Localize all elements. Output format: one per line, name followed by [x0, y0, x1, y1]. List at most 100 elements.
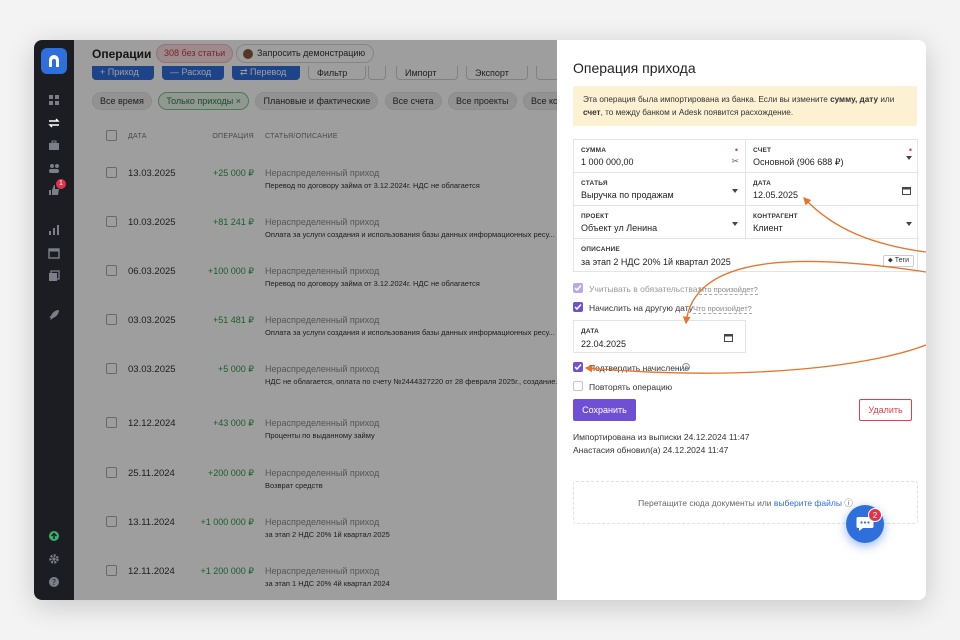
filter-projects[interactable]: Все проекты: [447, 92, 517, 110]
row-checkbox[interactable]: [106, 314, 117, 325]
export-button[interactable]: Экспорт: [466, 66, 528, 80]
obligations-checkbox[interactable]: [573, 283, 583, 293]
row-amount: +1 200 000 ₽: [200, 566, 254, 576]
uncategorized-badge[interactable]: 308 без статьи: [156, 44, 234, 63]
description-field[interactable]: ОПИСАНИЕ за этап 2 НДС 20% 1й квартал 20…: [574, 239, 919, 272]
table-row[interactable]: 25.11.2024 +200 000 ₽ Нераспределенный п…: [92, 464, 557, 512]
amount-field[interactable]: СУММА • 1 000 000,00 ✂: [574, 140, 746, 173]
row-checkbox[interactable]: [106, 516, 117, 527]
row-category: Нераспределенный приход: [265, 418, 380, 428]
save-button[interactable]: Сохранить: [573, 399, 636, 421]
what-happens-link[interactable]: Что произойдет?: [699, 285, 758, 295]
amount-value: 1 000 000,00: [581, 157, 634, 167]
filter-button[interactable]: Фильтр: [308, 66, 366, 80]
table-row[interactable]: 13.11.2024 +1 000 000 ₽ Нераспределенный…: [92, 513, 557, 561]
topbar: Операции 308 без статьи Запросить демонс…: [74, 40, 557, 68]
row-description: Возврат средств: [265, 481, 323, 490]
filter-accounts[interactable]: Все счета: [384, 92, 442, 110]
row-checkbox[interactable]: [106, 265, 117, 276]
filter-dropdown-button[interactable]: [368, 66, 386, 80]
contractor-value: Клиент: [753, 223, 783, 233]
row-category: Нераспределенный приход: [265, 364, 380, 374]
row-checkbox[interactable]: [106, 467, 117, 478]
confirm-accrual-checkbox[interactable]: [573, 362, 583, 372]
reports-icon[interactable]: [47, 223, 61, 237]
filter-plan-fact[interactable]: Плановые и фактические: [255, 92, 379, 110]
add-income-button[interactable]: + Приход: [92, 66, 154, 80]
date-field[interactable]: ДАТА 12.05.2025: [746, 173, 919, 206]
chevron-down-icon: [732, 222, 738, 226]
row-amount: +81 241 ₽: [212, 217, 254, 227]
import-button[interactable]: Импорт: [396, 66, 458, 80]
accrual-date-label: ДАТА: [581, 328, 600, 335]
avatar: [243, 49, 253, 59]
confirm-accrual-label: Подтвердить начисление: [589, 363, 690, 373]
row-category: Нераспределенный приход: [265, 266, 380, 276]
contractor-select[interactable]: КОНТРАГЕНТ Клиент: [746, 206, 919, 239]
more-button[interactable]: [536, 66, 557, 80]
panel-title: Операция прихода: [573, 60, 696, 76]
table-row[interactable]: 12.11.2024 +1 200 000 ₽ Нераспределенный…: [92, 562, 557, 600]
row-date: 10.03.2025: [128, 217, 176, 228]
info-icon[interactable]: i: [682, 363, 690, 371]
category-value: Выручка по продажам: [581, 190, 674, 200]
row-amount: +51 481 ₽: [212, 315, 254, 325]
accrue-other-date-checkbox[interactable]: [573, 302, 583, 312]
table-row[interactable]: 03.03.2025 +51 481 ₽ Нераспределенный пр…: [92, 311, 557, 359]
filter-period[interactable]: Все время: [92, 92, 152, 110]
row-checkbox[interactable]: [106, 363, 117, 374]
add-transfer-button[interactable]: ⇄ Перевод: [232, 66, 300, 80]
table-row[interactable]: 03.03.2025 +5 000 ₽ Нераспределенный при…: [92, 360, 557, 408]
calendar-icon[interactable]: [47, 246, 61, 260]
table-row[interactable]: 06.03.2025 +100 000 ₽ Нераспределенный п…: [92, 262, 557, 310]
tags-button[interactable]: ⬥ Теги: [882, 255, 914, 267]
delete-button[interactable]: Удалить: [859, 399, 912, 421]
help-icon[interactable]: ?: [47, 575, 61, 589]
scissors-icon[interactable]: ✂: [731, 156, 739, 167]
bank-import-notice: Эта операция была импортирована из банка…: [573, 86, 917, 126]
table-row[interactable]: 10.03.2025 +81 241 ₽ Нераспределенный пр…: [92, 213, 557, 261]
repeat-operation-checkbox[interactable]: [573, 381, 583, 391]
table-row[interactable]: 13.03.2025 +25 000 ₽ Нераспределенный пр…: [92, 164, 557, 212]
row-checkbox[interactable]: [106, 417, 117, 428]
info-icon: ⓘ: [841, 498, 853, 508]
tag-icon: ⬥: [887, 257, 895, 264]
app-logo[interactable]: [41, 48, 67, 74]
table-row[interactable]: 12.12.2024 +43 000 ₽ Нераспределенный пр…: [92, 414, 557, 462]
add-expense-button[interactable]: — Расход: [162, 66, 224, 80]
row-checkbox[interactable]: [106, 565, 117, 576]
select-all-checkbox[interactable]: [106, 130, 117, 141]
row-checkbox[interactable]: [106, 216, 117, 227]
filter-income-only[interactable]: Только приходы ×: [158, 92, 250, 110]
category-select[interactable]: СТАТЬЯ Выручка по продажам: [574, 173, 746, 206]
page-title: Операции: [92, 47, 152, 61]
row-amount: +100 000 ₽: [207, 266, 254, 276]
header-description: СТАТЬЯ/ОПИСАНИЕ: [265, 133, 338, 140]
dashboard-icon[interactable]: [47, 93, 61, 107]
account-value: Основной (906 688 ₽): [753, 157, 844, 167]
row-amount: +25 000 ₽: [212, 168, 254, 178]
briefcase-icon[interactable]: [47, 138, 61, 152]
row-category: Нераспределенный приход: [265, 517, 380, 527]
notice-text: , то между банком и Adesk появится расхо…: [600, 108, 794, 117]
contacts-icon[interactable]: [47, 161, 61, 175]
choose-files-link[interactable]: выберите файлы: [774, 498, 842, 508]
rocket-icon[interactable]: [47, 308, 61, 322]
filter-contractors[interactable]: Все контрагенты: [522, 92, 557, 110]
calendar-icon[interactable]: [724, 333, 733, 342]
documents-icon[interactable]: [47, 269, 61, 283]
updated-info: Анастасия обновил(а) 24.12.2024 11:47: [573, 445, 729, 455]
request-demo-button[interactable]: Запросить демонстрацию: [236, 44, 375, 63]
row-description: за этап 2 НДС 20% 1й квартал 2025: [265, 530, 390, 539]
row-checkbox[interactable]: [106, 167, 117, 178]
likes-icon[interactable]: 1: [47, 179, 66, 197]
settings-gear-icon[interactable]: [47, 552, 61, 566]
project-select[interactable]: ПРОЕКТ Объект ул Ленина: [574, 206, 746, 239]
account-select[interactable]: СЧЕТ • Основной (906 688 ₽): [746, 140, 919, 173]
accrual-date-field[interactable]: ДАТА 22.04.2025: [573, 320, 746, 353]
operations-icon[interactable]: [47, 116, 61, 130]
calendar-icon[interactable]: [902, 186, 911, 195]
upgrade-icon[interactable]: [47, 529, 61, 543]
what-happens-link[interactable]: Что произойдет?: [693, 304, 752, 314]
operation-form: СУММА • 1 000 000,00 ✂ СЧЕТ • Основной (…: [573, 139, 919, 272]
